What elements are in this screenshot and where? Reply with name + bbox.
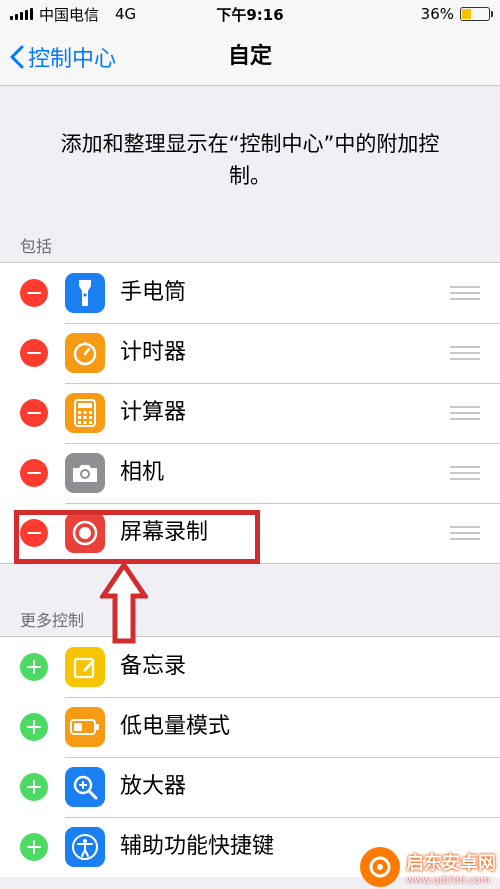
list-item-label: 计时器 xyxy=(120,340,187,365)
watermark-url: www.qdtfdd.com xyxy=(406,874,491,886)
remove-button[interactable] xyxy=(20,339,48,367)
add-button[interactable] xyxy=(20,713,48,741)
list-item: 计算器 xyxy=(0,383,500,443)
notes-icon xyxy=(65,647,105,687)
list-item-label: 放大器 xyxy=(120,774,187,799)
add-button[interactable] xyxy=(20,773,48,801)
remove-button[interactable] xyxy=(20,459,48,487)
add-button[interactable] xyxy=(20,833,48,861)
status-left: 中国电信 4G xyxy=(10,4,136,25)
drag-handle[interactable] xyxy=(450,406,480,420)
section-header-included: 包括 xyxy=(20,237,53,256)
carrier-label: 中国电信 xyxy=(39,5,100,24)
magnifier-icon xyxy=(65,767,105,807)
drag-handle[interactable] xyxy=(450,286,480,300)
list-item: 计时器 xyxy=(0,323,500,383)
section-header-more: 更多控制 xyxy=(20,611,85,630)
watermark: 启东安卓网 www.qdtfdd.com xyxy=(360,847,496,887)
nav-bar: 控制中心 自定 xyxy=(0,28,500,86)
list-item: 手电筒 xyxy=(0,263,500,323)
camera-icon xyxy=(65,453,105,493)
remove-button[interactable] xyxy=(20,399,48,427)
page-title: 自定 xyxy=(227,44,272,69)
drag-handle[interactable] xyxy=(450,346,480,360)
highlight-box xyxy=(14,510,260,564)
list-item: 相机 xyxy=(0,443,500,503)
flashlight-icon xyxy=(65,273,105,313)
timer-icon xyxy=(65,333,105,373)
add-button[interactable] xyxy=(20,653,48,681)
list-item-label: 低电量模式 xyxy=(120,714,231,739)
list-item: 放大器 xyxy=(0,757,500,817)
status-right: 36% xyxy=(420,5,493,23)
signal-icon xyxy=(10,8,33,20)
description-text: 添加和整理显示在“控制中心”中的附加控制。 xyxy=(60,132,440,188)
drag-handle[interactable] xyxy=(450,526,480,540)
list-item-label: 相机 xyxy=(120,460,165,485)
calculator-icon xyxy=(65,393,105,433)
watermark-title: 启东安卓网 xyxy=(406,852,496,874)
battery-fill xyxy=(462,9,472,19)
more-list: 备忘录 低电量模式 放大器 辅助功能快捷键 xyxy=(0,636,500,877)
up-arrow-annotation xyxy=(100,562,148,644)
low-power-icon xyxy=(65,707,105,747)
accessibility-icon xyxy=(65,827,105,867)
list-item-label: 计算器 xyxy=(120,400,187,425)
list-item-label: 手电筒 xyxy=(120,280,187,305)
network-label: 4G xyxy=(115,5,137,23)
list-item: 低电量模式 xyxy=(0,697,500,757)
remove-button[interactable] xyxy=(20,279,48,307)
watermark-logo xyxy=(360,847,400,887)
battery-percent: 36% xyxy=(420,5,454,23)
list-item-label: 备忘录 xyxy=(120,654,187,679)
battery-icon xyxy=(460,7,493,21)
list-item-label: 辅助功能快捷键 xyxy=(120,834,275,859)
list-item: 备忘录 xyxy=(0,637,500,697)
drag-handle[interactable] xyxy=(450,466,480,480)
status-bar: 中国电信 4G 下午9:16 36% xyxy=(0,0,500,28)
